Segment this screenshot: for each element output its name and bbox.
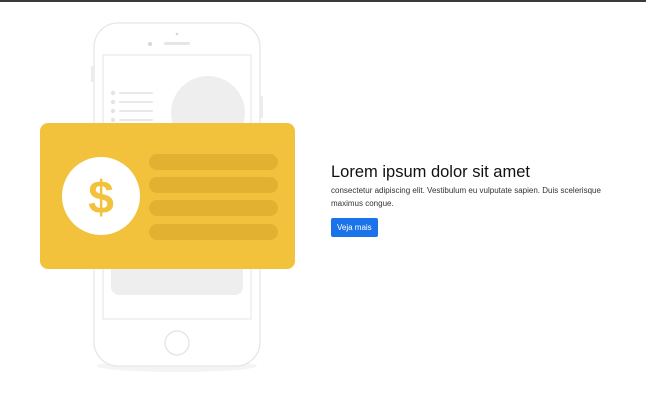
dollar-coin-icon: $ xyxy=(62,157,140,235)
hero-section: Lorem ipsum dolor sit amet consectetur a… xyxy=(331,162,621,237)
payment-illustration: $ xyxy=(40,22,295,372)
see-more-button[interactable]: Veja mais xyxy=(331,218,378,237)
hero-title: Lorem ipsum dolor sit amet xyxy=(331,163,530,181)
dollar-sign: $ xyxy=(88,171,114,223)
hero-description: consectetur adipiscing elit. Vestibulum … xyxy=(331,186,601,208)
